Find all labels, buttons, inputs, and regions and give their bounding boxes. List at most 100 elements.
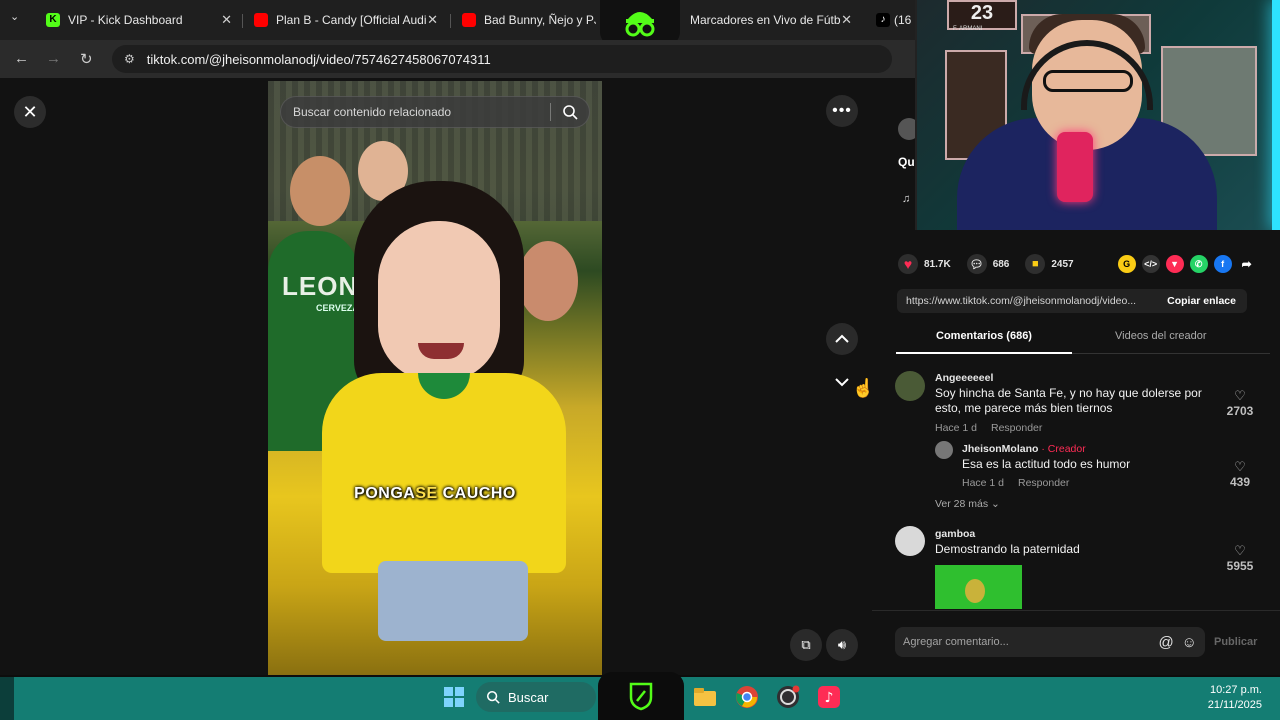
kick-favicon-icon: K bbox=[46, 13, 60, 27]
comment-like-count: 5955 bbox=[1226, 559, 1254, 573]
save-count: 2457 bbox=[1051, 258, 1074, 270]
share-link-row: https://www.tiktok.com/@jheisonmolanodj/… bbox=[897, 289, 1247, 313]
previous-video-chevron-up-icon[interactable] bbox=[826, 323, 858, 355]
copy-link-button[interactable]: Copiar enlace bbox=[1156, 295, 1247, 307]
whatsapp-icon[interactable]: ✆ bbox=[1189, 255, 1208, 273]
fan-figure bbox=[290, 156, 350, 226]
add-comment-field[interactable]: Agregar comentario... @ ☺ bbox=[895, 627, 1205, 657]
reply-text: Esa es la actitud todo es humor bbox=[962, 457, 1131, 471]
tab-divider bbox=[242, 14, 243, 28]
chrome-icon[interactable] bbox=[734, 684, 760, 710]
comment-count: 686 bbox=[992, 258, 1010, 270]
jersey-number: 23 bbox=[970, 2, 994, 24]
youtube-favicon-icon bbox=[462, 13, 476, 27]
share-arrow-icon[interactable]: ➦ bbox=[1238, 255, 1256, 273]
caption-highlight: SE bbox=[415, 485, 438, 502]
view-more-replies[interactable]: Ver 28 más ⌄ bbox=[935, 498, 1000, 510]
tab-divider bbox=[450, 14, 451, 28]
reply-button[interactable]: Responder bbox=[991, 422, 1042, 434]
glasses-mascot-icon bbox=[625, 12, 655, 37]
video-player[interactable]: LEON CERVEZA Buscar contenido relacionad… bbox=[268, 81, 602, 675]
like-button[interactable]: ♥ 81.7K bbox=[898, 254, 951, 274]
jersey-subtext: CERVEZA bbox=[316, 303, 359, 313]
tab-title: Plan B - Candy [Official Audi bbox=[276, 13, 427, 27]
taskbar-search[interactable]: Buscar bbox=[476, 682, 596, 712]
save-button[interactable]: ■ 2457 bbox=[1025, 254, 1074, 274]
search-icon bbox=[486, 690, 500, 704]
tab-title: (16 bbox=[894, 13, 912, 27]
frame-caption: F. ARMANI bbox=[953, 26, 983, 32]
tab-title: VIP - Kick Dashboard bbox=[68, 13, 183, 27]
reply-time: Hace 1 d bbox=[962, 477, 1005, 489]
avatar[interactable] bbox=[895, 371, 925, 401]
reply-like-button[interactable]: ♡ 439 bbox=[1220, 459, 1260, 489]
music-note-icon: ♫ bbox=[902, 193, 911, 205]
system-clock[interactable]: 10:27 p.m. 21/11/2025 bbox=[1208, 683, 1262, 713]
tab-plan-b-candy[interactable]: Plan B - Candy [Official Audi ✕ bbox=[254, 8, 438, 32]
publish-button[interactable]: Publicar bbox=[1214, 636, 1257, 648]
avatar[interactable] bbox=[895, 526, 925, 556]
caption-part: CAUCHO bbox=[437, 485, 516, 502]
tab-close-icon[interactable]: ✕ bbox=[221, 12, 232, 28]
tab-list-chevron-icon[interactable]: ⌄ bbox=[10, 10, 19, 23]
obs-icon[interactable] bbox=[775, 684, 801, 710]
tab-title: Marcadores en Vivo de Fútb bbox=[690, 13, 841, 27]
url-field[interactable]: ⚙ tiktok.com/@jheisonmolanodj/video/7574… bbox=[112, 45, 892, 73]
taskbar-edge bbox=[0, 677, 14, 720]
heart-outline-icon: ♡ bbox=[1234, 388, 1246, 403]
back-arrow-icon[interactable]: ← bbox=[14, 50, 29, 67]
comment-username[interactable]: gamboa bbox=[935, 528, 975, 540]
forward-arrow-icon[interactable]: → bbox=[46, 50, 61, 67]
tab-close-icon[interactable]: ✕ bbox=[841, 12, 852, 28]
reply-username[interactable]: JheisonMolano · Creador bbox=[962, 443, 1086, 455]
avatar[interactable] bbox=[935, 441, 953, 459]
comment-gif-sticker[interactable] bbox=[935, 565, 1022, 609]
tab-tiktok[interactable]: ♪ (16 bbox=[876, 8, 916, 32]
tab-close-icon[interactable]: ✕ bbox=[427, 12, 438, 28]
tab-bad-bunny[interactable]: Bad Bunny, Ñejo y PJ S bbox=[462, 8, 596, 32]
url-text: tiktok.com/@jheisonmolanodj/video/757462… bbox=[146, 51, 491, 67]
streamer-webcam-overlay: 23 F. ARMANI bbox=[915, 0, 1280, 230]
embed-code-icon[interactable]: </> bbox=[1141, 255, 1160, 273]
comment-username[interactable]: Angeeeeeel bbox=[935, 372, 993, 384]
comment-like-button[interactable]: ♡ 5955 bbox=[1220, 543, 1260, 573]
clock-time: 10:27 p.m. bbox=[1210, 684, 1262, 696]
comment-bubble-icon: 💬︎ bbox=[966, 254, 987, 274]
coin-share-icon[interactable]: G bbox=[1117, 255, 1136, 273]
floating-player-icon[interactable]: ⧉ bbox=[790, 629, 822, 661]
denim-shorts bbox=[378, 561, 528, 641]
windows-start-icon[interactable] bbox=[441, 684, 467, 710]
video-title-fragment: Qu bbox=[898, 155, 915, 169]
send-to-friends-icon[interactable]: ▼ bbox=[1165, 255, 1184, 273]
reply-button[interactable]: Responder bbox=[1018, 477, 1069, 489]
mention-icon[interactable]: @ bbox=[1158, 634, 1173, 651]
tab-marcadores[interactable]: Marcadores en Vivo de Fútb ✕ bbox=[690, 8, 852, 32]
fan-figure bbox=[518, 241, 578, 321]
reply-username-text: JheisonMolano bbox=[962, 443, 1039, 455]
tab-creator-videos[interactable]: Videos del creador bbox=[1115, 330, 1207, 342]
comment-like-count: 2703 bbox=[1226, 404, 1254, 418]
video-link[interactable]: https://www.tiktok.com/@jheisonmolanodj/… bbox=[897, 295, 1156, 307]
search-icon[interactable] bbox=[551, 104, 589, 120]
more-options-icon[interactable]: ••• bbox=[826, 95, 858, 127]
file-explorer-icon[interactable] bbox=[692, 684, 718, 710]
comments-tabs: Comentarios (686) Videos del creador bbox=[896, 326, 1270, 354]
related-search-bar[interactable]: Buscar contenido relacionado bbox=[280, 96, 590, 128]
reload-icon[interactable]: ↻ bbox=[80, 50, 93, 68]
close-video-button[interactable]: ✕ bbox=[14, 96, 46, 128]
heart-outline-icon: ♡ bbox=[1234, 543, 1246, 558]
comment-like-button[interactable]: ♡ 2703 bbox=[1220, 388, 1260, 418]
comment-button[interactable]: 💬︎ 686 bbox=[966, 254, 1010, 274]
emoji-icon[interactable]: ☺ bbox=[1182, 634, 1197, 651]
tab-kick-dashboard[interactable]: K VIP - Kick Dashboard ✕ bbox=[46, 8, 232, 32]
site-settings-icon[interactable]: ⚙ bbox=[124, 52, 135, 66]
comment-time: Hace 1 d bbox=[935, 422, 978, 434]
girl-yellow-shirt bbox=[322, 373, 566, 573]
tab-comments[interactable]: Comentarios (686) bbox=[936, 330, 1032, 342]
taskbar-search-label: Buscar bbox=[508, 689, 549, 705]
facebook-icon[interactable]: f bbox=[1213, 255, 1232, 273]
related-search-placeholder: Buscar contenido relacionado bbox=[293, 105, 452, 119]
youtube-favicon-icon bbox=[254, 13, 268, 27]
tiktok-app-icon[interactable]: ♪ bbox=[816, 684, 842, 710]
volume-icon[interactable]: 🔊︎ bbox=[826, 629, 858, 661]
